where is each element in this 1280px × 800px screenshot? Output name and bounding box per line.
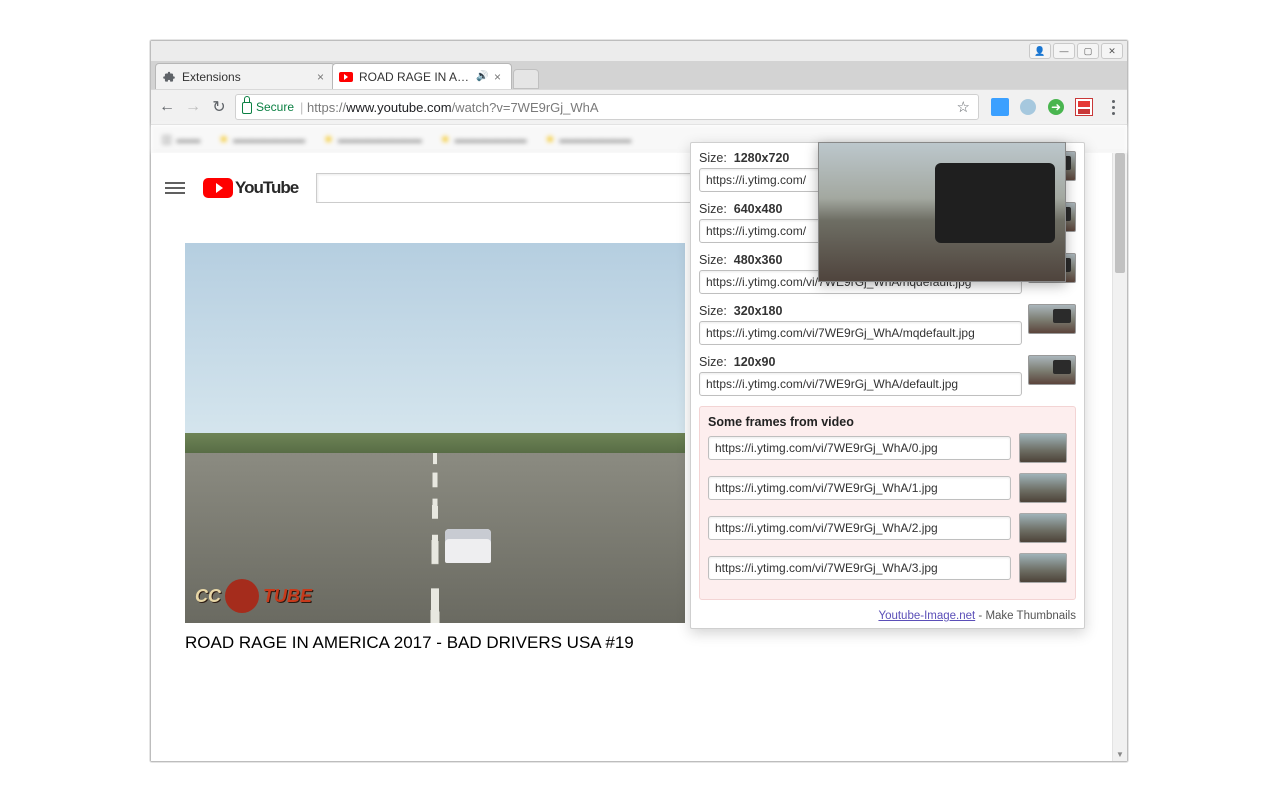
frames-heading: Some frames from video <box>708 415 1067 429</box>
minimize-button[interactable]: — <box>1053 43 1075 59</box>
frame-preview[interactable] <box>1019 473 1067 503</box>
frame-url-input[interactable] <box>708 516 1011 540</box>
tab-strip: Extensions × ROAD RAGE IN AMER 🔊 × <box>151 61 1127 89</box>
size-label: Size: 120x90 <box>699 355 1022 369</box>
scroll-down-arrow-icon[interactable]: ▼ <box>1113 747 1127 761</box>
address-bar[interactable]: Secure | https://www.youtube.com/watch?v… <box>235 94 979 120</box>
audio-icon[interactable]: 🔊 <box>476 71 488 83</box>
back-button[interactable]: ← <box>157 97 177 117</box>
tab-label: Extensions <box>182 70 315 84</box>
frame-preview[interactable] <box>1019 553 1067 583</box>
scroll-thumb[interactable] <box>1115 153 1125 273</box>
video-player[interactable]: CC TUBE <box>185 243 685 623</box>
thumbnail-row: Size: 120x90 <box>699 355 1076 396</box>
frame-url-input[interactable] <box>708 476 1011 500</box>
thumbnail-preview[interactable] <box>1028 304 1076 334</box>
hamburger-icon[interactable] <box>165 182 185 194</box>
close-icon[interactable]: × <box>492 70 503 84</box>
thumbnail-row: Size: 320x180 <box>699 304 1076 345</box>
window-titlebar: 👤 — ▢ ✕ <box>151 41 1127 61</box>
lock-icon <box>242 102 252 114</box>
frame-row <box>708 433 1067 463</box>
close-window-button[interactable]: ✕ <box>1101 43 1123 59</box>
frame-row <box>708 513 1067 543</box>
tab-youtube[interactable]: ROAD RAGE IN AMER 🔊 × <box>332 63 512 89</box>
video-area: CC TUBE ROAD RAGE IN AMERICA 2017 - BAD … <box>185 243 685 653</box>
youtube-icon <box>339 70 353 84</box>
forward-button[interactable]: → <box>183 97 203 117</box>
tab-label: ROAD RAGE IN AMER <box>359 70 472 84</box>
frames-section: Some frames from video <box>699 406 1076 600</box>
footer-link[interactable]: Youtube-Image.net <box>878 610 975 622</box>
extension-icon-3[interactable]: ➜ <box>1047 98 1065 116</box>
video-title: ROAD RAGE IN AMERICA 2017 - BAD DRIVERS … <box>185 633 685 653</box>
extension-icons: ➜ <box>985 98 1099 116</box>
youtube-logo[interactable]: YouTube <box>203 178 298 198</box>
user-button[interactable]: 👤 <box>1029 43 1051 59</box>
frame-preview[interactable] <box>1019 433 1067 463</box>
youtube-logo-icon <box>203 178 233 198</box>
youtube-image-extension-icon[interactable] <box>1075 98 1093 116</box>
thumbnail-preview[interactable] <box>1028 355 1076 385</box>
frame-url-input[interactable] <box>708 436 1011 460</box>
frame-preview[interactable] <box>1019 513 1067 543</box>
puzzle-icon <box>162 70 176 84</box>
secure-badge: Secure <box>242 100 294 114</box>
toolbar: ← → ↻ Secure | https://www.youtube.com/w… <box>151 89 1127 125</box>
maximize-button[interactable]: ▢ <box>1077 43 1099 59</box>
watermark-badge: CC TUBE <box>195 579 312 613</box>
tab-extensions[interactable]: Extensions × <box>155 63 335 89</box>
extension-icon-2[interactable] <box>1019 98 1037 116</box>
thumbnail-hover-preview <box>818 142 1066 282</box>
bookmark-star-icon[interactable]: ☆ <box>955 98 972 116</box>
reload-button[interactable]: ↻ <box>209 97 229 117</box>
footer-text: - Make Thumbnails <box>975 610 1076 622</box>
chrome-menu-button[interactable] <box>1105 100 1121 115</box>
popup-footer: Youtube-Image.net - Make Thumbnails <box>699 606 1076 622</box>
new-tab-button[interactable] <box>513 69 539 89</box>
thumbnail-url-input[interactable] <box>699 372 1022 396</box>
frame-row <box>708 553 1067 583</box>
frame-url-input[interactable] <box>708 556 1011 580</box>
vertical-scrollbar[interactable]: ▲ ▼ <box>1112 153 1127 761</box>
page-url: https://www.youtube.com/watch?v=7WE9rGj_… <box>307 100 955 115</box>
thumbnail-url-input[interactable] <box>699 321 1022 345</box>
youtube-wordmark: YouTube <box>235 178 298 198</box>
extension-icon-1[interactable] <box>991 98 1009 116</box>
close-icon[interactable]: × <box>315 70 326 84</box>
frame-row <box>708 473 1067 503</box>
secure-label: Secure <box>256 100 294 114</box>
size-label: Size: 320x180 <box>699 304 1022 318</box>
